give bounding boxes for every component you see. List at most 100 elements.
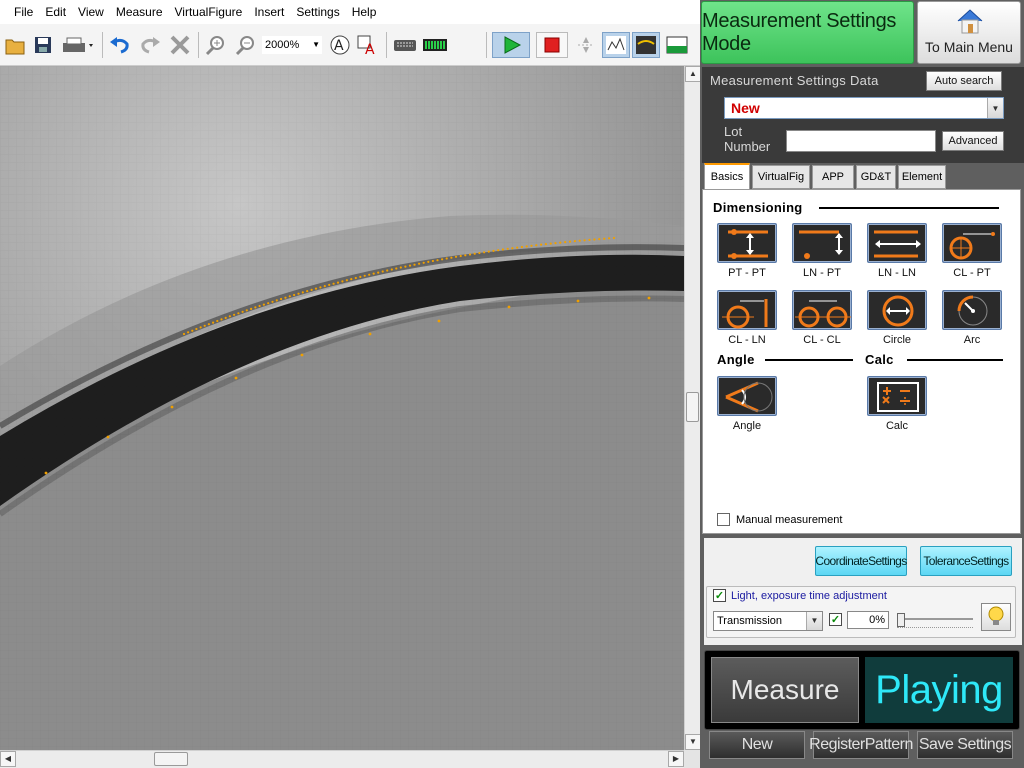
auto-edge-toggle[interactable] <box>602 32 630 58</box>
ln-ln-button[interactable] <box>867 223 927 263</box>
angle-label: Angle <box>732 420 762 432</box>
menu-file[interactable]: File <box>8 0 39 24</box>
menu-view[interactable]: View <box>72 0 110 24</box>
cl-pt-label: CL - PT <box>953 267 991 279</box>
chevron-down-icon: ▼ <box>987 98 1003 118</box>
register-pattern-button[interactable]: RegisterPattern <box>809 731 913 759</box>
image-adjust-toggle[interactable] <box>632 32 660 58</box>
zoom-in-icon[interactable] <box>204 32 228 58</box>
divider <box>765 359 853 361</box>
checkbox-unchecked[interactable] <box>717 513 730 526</box>
tolerance-settings-button[interactable]: ToleranceSettings <box>920 546 1012 576</box>
menu-virtualfigure[interactable]: VirtualFigure <box>169 0 249 24</box>
cl-cl-button[interactable] <box>792 290 852 330</box>
toolbar: 2000% ▼ A A <box>0 24 700 66</box>
image-adjust-icon <box>636 36 656 54</box>
delete-icon[interactable] <box>168 32 192 58</box>
angle-measure-icon <box>725 381 773 413</box>
redo-icon[interactable] <box>138 32 162 58</box>
keyboard-icon[interactable] <box>392 32 418 58</box>
arc-measure-icon <box>957 295 988 326</box>
advanced-button[interactable]: Advanced <box>942 131 1004 151</box>
tab-virtualfig[interactable]: VirtualFig <box>752 165 810 189</box>
menu-help[interactable]: Help <box>346 0 383 24</box>
lot-number-input[interactable] <box>786 130 936 152</box>
cl-pt-icon <box>949 232 995 260</box>
light-bulb-button[interactable] <box>981 603 1011 631</box>
cl-ln-button[interactable] <box>717 290 777 330</box>
horizontal-scroll-thumb[interactable] <box>154 752 188 766</box>
settings-data-select[interactable]: New ▼ <box>724 97 1004 119</box>
calc-heading: Calc <box>865 352 894 367</box>
play-icon <box>504 36 522 54</box>
light-slider[interactable] <box>897 613 973 633</box>
mode-indicator-button[interactable]: Measurement Settings Mode <box>701 1 914 64</box>
light-adjustment-panel: ✓ Light, exposure time adjustment Transm… <box>706 586 1016 638</box>
tab-app[interactable]: APP <box>812 165 854 189</box>
scroll-right-icon[interactable]: ▶ <box>668 751 684 767</box>
menu-insert[interactable]: Insert <box>248 0 290 24</box>
menu-edit[interactable]: Edit <box>39 0 72 24</box>
manual-measurement-label: Manual measurement <box>736 513 843 526</box>
chevron-down-icon: ▼ <box>806 612 822 630</box>
home-icon <box>957 9 983 34</box>
zoom-level-select[interactable]: 2000% ▼ <box>262 36 322 54</box>
measure-status-panel: Measure Playing <box>704 650 1020 730</box>
save-icon[interactable] <box>32 32 54 58</box>
play-button[interactable] <box>492 32 530 58</box>
display-mode-icon[interactable] <box>664 32 690 58</box>
to-main-menu-button[interactable]: To Main Menu <box>917 1 1021 64</box>
arc-button[interactable] <box>942 290 1002 330</box>
angle-heading: Angle <box>717 352 755 367</box>
light-value-input[interactable]: 0% <box>847 611 889 629</box>
new-button[interactable]: New <box>709 731 805 759</box>
text-style-icon[interactable]: A <box>328 32 352 58</box>
measurement-settings-data-panel: Measurement Settings Data Auto search Ne… <box>702 67 1024 163</box>
scroll-down-icon[interactable]: ▼ <box>685 734 701 750</box>
calc-button[interactable] <box>867 376 927 416</box>
zoom-out-icon[interactable] <box>234 32 258 58</box>
angle-button[interactable] <box>717 376 777 416</box>
cl-ln-label: CL - LN <box>728 334 766 346</box>
auto-search-button[interactable]: Auto search <box>926 71 1002 91</box>
camera-image-viewer[interactable] <box>0 66 684 750</box>
stop-button[interactable] <box>536 32 568 58</box>
vertical-scroll-thumb[interactable] <box>686 392 699 422</box>
ln-pt-button[interactable] <box>792 223 852 263</box>
horizontal-scrollbar[interactable]: ◀ ▶ <box>0 750 684 768</box>
to-main-menu-label: To Main Menu <box>925 39 1013 55</box>
coordinate-settings-button[interactable]: CoordinateSettings <box>815 546 907 576</box>
light-enable-checkbox[interactable]: ✓ <box>829 613 842 626</box>
level-meter-icon[interactable] <box>422 32 448 58</box>
ln-ln-icon <box>874 230 921 258</box>
measure-button[interactable]: Measure <box>711 657 859 723</box>
tab-gdt[interactable]: GD&T <box>856 165 896 189</box>
undo-icon[interactable] <box>108 32 132 58</box>
cl-ln-icon <box>722 299 768 329</box>
scroll-up-icon[interactable]: ▲ <box>685 66 701 82</box>
circle-button[interactable] <box>867 290 927 330</box>
menu-settings[interactable]: Settings <box>290 0 345 24</box>
light-adjustment-checkbox[interactable]: ✓ Light, exposure time adjustment <box>713 589 887 602</box>
font-color-icon[interactable]: A <box>356 32 380 58</box>
slider-thumb[interactable] <box>897 613 905 627</box>
tab-element[interactable]: Element <box>898 165 946 189</box>
menu-measure[interactable]: Measure <box>110 0 169 24</box>
edge-detect-icon[interactable] <box>574 32 598 58</box>
print-icon[interactable] <box>60 32 96 58</box>
circle-label: Circle <box>882 334 912 346</box>
manual-measurement-checkbox[interactable]: Manual measurement <box>717 513 842 526</box>
cl-pt-button[interactable] <box>942 223 1002 263</box>
scroll-corner <box>684 750 700 768</box>
zoom-level-value: 2000% <box>265 39 300 51</box>
pt-pt-button[interactable] <box>717 223 777 263</box>
pt-pt-label: PT - PT <box>728 267 766 279</box>
light-mode-select[interactable]: Transmission ▼ <box>713 611 823 631</box>
scroll-left-icon[interactable]: ◀ <box>0 751 16 767</box>
save-settings-button[interactable]: Save Settings <box>917 731 1013 759</box>
tab-basics[interactable]: Basics <box>704 163 750 189</box>
open-folder-icon[interactable] <box>4 32 26 58</box>
cl-cl-label: CL - CL <box>803 334 841 346</box>
vertical-scrollbar[interactable]: ▲ ▼ <box>684 66 701 750</box>
lot-label-line2: Number <box>724 139 771 154</box>
